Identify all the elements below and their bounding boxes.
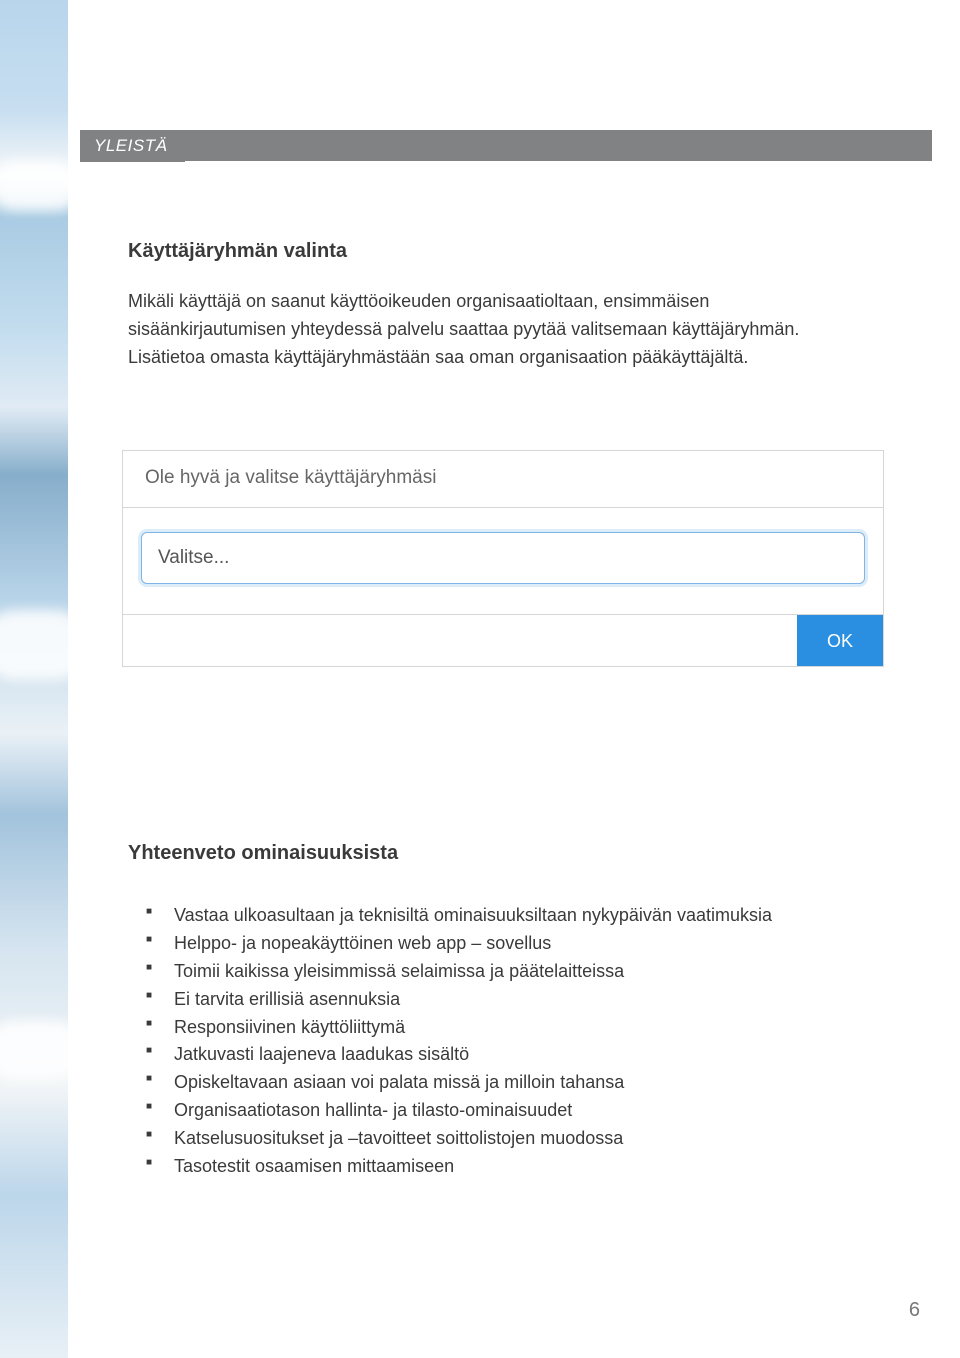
list-item: Ei tarvita erillisiä asennuksia	[174, 986, 865, 1014]
heading-feature-summary: Yhteenveto ominaisuuksista	[128, 842, 398, 865]
list-item: Toimii kaikissa yleisimmissä selaimissa …	[174, 958, 865, 986]
list-item: Responsiivinen käyttöliittymä	[174, 1014, 865, 1042]
cloud-decoration	[0, 610, 90, 680]
list-item: Jatkuvasti laajeneva laadukas sisältö	[174, 1041, 865, 1069]
user-group-select[interactable]: Valitse...	[141, 532, 865, 584]
dialog-title: Ole hyvä ja valitse käyttäjäryhmäsi	[123, 451, 883, 508]
list-item: Opiskeltavaan asiaan voi palata missä ja…	[174, 1069, 865, 1097]
dialog-footer: OK	[123, 615, 883, 666]
feature-list: Vastaa ulkoasultaan ja teknisiltä ominai…	[174, 902, 865, 1181]
intro-paragraph: Mikäli käyttäjä on saanut käyttöoikeuden…	[128, 288, 865, 372]
section-header-bar	[172, 130, 932, 161]
list-item: Vastaa ulkoasultaan ja teknisiltä ominai…	[174, 902, 865, 930]
dialog-body: Valitse...	[123, 508, 883, 615]
list-item: Helppo- ja nopeakäyttöinen web app – sov…	[174, 930, 865, 958]
cloud-decoration	[0, 160, 80, 210]
list-item: Katselusuositukset ja –tavoitteet soitto…	[174, 1125, 865, 1153]
cloud-decoration	[0, 1020, 85, 1080]
list-item: Organisaatiotason hallinta- ja tilasto-o…	[174, 1097, 865, 1125]
sky-sidebar	[0, 0, 68, 1358]
list-item: Tasotestit osaamisen mittaamiseen	[174, 1153, 865, 1181]
ok-button[interactable]: OK	[797, 615, 883, 666]
page-number: 6	[909, 1299, 920, 1322]
heading-user-group-selection: Käyttäjäryhmän valinta	[128, 240, 347, 263]
user-group-dialog: Ole hyvä ja valitse käyttäjäryhmäsi Vali…	[122, 450, 884, 667]
section-label: YLEISTÄ	[80, 130, 185, 162]
